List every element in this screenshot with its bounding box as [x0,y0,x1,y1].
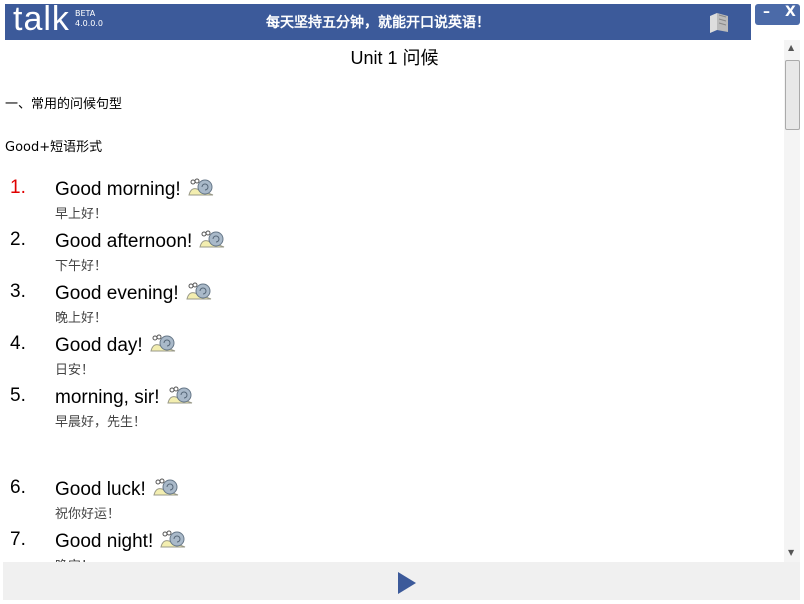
section-heading: 一、常用的问候句型 [5,97,123,112]
english-text: Good night! [55,531,154,552]
snail-icon[interactable] [152,477,180,497]
item-number: 5. [10,385,26,406]
english-phrase: Good evening! [55,281,213,305]
item-number: 4. [10,333,26,354]
scrollbar[interactable]: ▲ ▼ [784,40,800,562]
english-phrase: Good luck! [55,477,180,501]
snail-icon[interactable] [166,385,194,405]
item-number: 1. [10,177,26,198]
play-icon[interactable] [398,572,416,594]
title-bar: talk BETA 4.0.0.0 每天坚持五分钟，就能开口说英语！ [5,0,751,40]
slogan: 每天坚持五分钟，就能开口说英语！ [266,15,490,31]
scroll-down-icon[interactable]: ▼ [788,548,794,557]
minimize-button[interactable]: – [763,4,770,20]
page-title: Unit 1 问候 [350,48,439,68]
subsection-heading: Good+短语形式 [5,140,103,155]
book-icon[interactable] [707,10,731,34]
scrollbar-thumb[interactable] [785,60,800,130]
english-text: Good day! [55,335,143,356]
chinese-translation: 祝你好运！ [55,507,121,522]
close-button[interactable]: X [785,4,796,20]
item-number: 3. [10,281,26,302]
english-text: Good afternoon! [55,231,193,252]
english-phrase: morning, sir! [55,385,194,409]
player-bar [3,562,800,600]
english-phrase: Good night! [55,529,187,553]
english-text: Good morning! [55,179,181,200]
chinese-translation: 早上好！ [55,207,108,222]
chinese-translation: 晚上好！ [55,311,108,326]
english-text: morning, sir! [55,387,160,408]
window-controls: – X [755,4,800,25]
english-phrase: Good afternoon! [55,229,226,253]
english-text: Good luck! [55,479,146,500]
snail-icon[interactable] [198,229,226,249]
english-phrase: Good day! [55,333,177,357]
english-phrase: Good morning! [55,177,215,201]
snail-icon[interactable] [187,177,215,197]
english-text: Good evening! [55,283,179,304]
snail-icon[interactable] [185,281,213,301]
scroll-up-icon[interactable]: ▲ [788,43,794,52]
snail-icon[interactable] [149,333,177,353]
item-number: 7. [10,529,26,550]
snail-icon[interactable] [159,529,187,549]
chinese-translation: 下午好！ [55,259,108,274]
item-number: 2. [10,229,26,250]
chinese-translation: 日安！ [55,363,95,378]
chinese-translation: 晚安！ [55,555,94,562]
lesson-content: Unit 1 问候 一、常用的问候句型 Good+短语形式 1. Good mo… [5,40,784,562]
chinese-translation: 早晨好，先生！ [55,415,147,430]
item-number: 6. [10,477,26,498]
